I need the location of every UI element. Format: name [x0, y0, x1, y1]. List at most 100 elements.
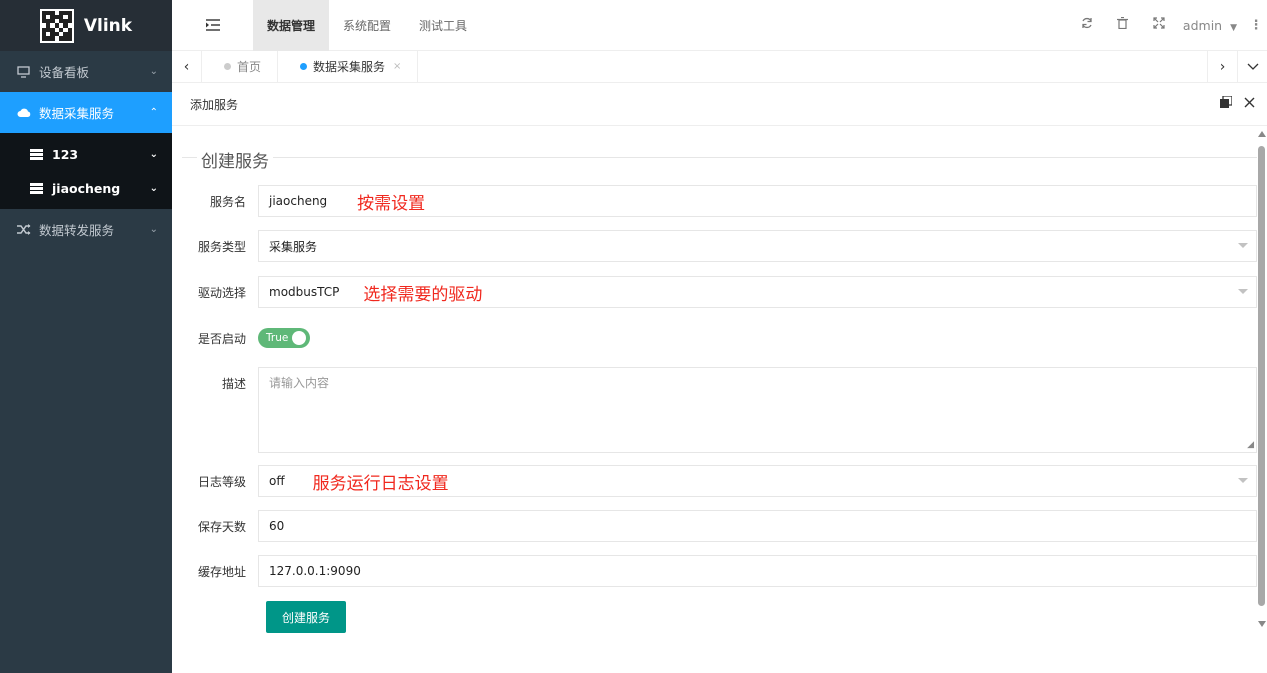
- caret-down-icon: [1238, 243, 1248, 248]
- description-textarea[interactable]: 请输入内容 ◢: [258, 367, 1257, 453]
- description-row: 描述 请输入内容 ◢: [172, 367, 1257, 453]
- tabs-dropdown-icon[interactable]: [1237, 51, 1267, 82]
- driver-row: 驱动选择 modbusTCP 选择需要的驱动: [172, 276, 1257, 308]
- retention-label: 保存天数: [197, 519, 246, 534]
- annotation-note: 服务运行日志设置: [312, 473, 449, 494]
- app-logo: Vlink: [0, 0, 172, 51]
- tab-status-dot: [224, 63, 231, 70]
- enabled-label: 是否启动: [197, 331, 246, 346]
- enabled-toggle[interactable]: True: [258, 328, 310, 348]
- sidebar-item-label: 设备看板: [39, 65, 90, 80]
- log-level-value: off: [269, 474, 285, 488]
- sidebar-item-label: jiaocheng: [52, 180, 121, 196]
- scrollbar[interactable]: [1257, 126, 1267, 673]
- chevron-down-icon: ⌄: [149, 148, 158, 160]
- monitor-icon: [17, 65, 33, 78]
- close-icon[interactable]: [1244, 96, 1255, 112]
- annotation-note: 按需设置: [357, 193, 426, 214]
- chevron-up-icon: ⌃: [149, 107, 158, 118]
- trash-icon[interactable]: [1105, 16, 1141, 33]
- top-bar: 数据管理 系统配置 测试工具 admin ▼ ⋮: [172, 0, 1267, 51]
- retention-value: 60: [269, 519, 285, 533]
- server-icon: [30, 148, 46, 160]
- sidebar-submenu: 123 ⌄ jiaocheng ⌄: [0, 133, 172, 209]
- sidebar-item-label: 数据采集服务: [39, 106, 115, 121]
- log-level-select[interactable]: off 服务运行日志设置: [258, 465, 1257, 497]
- top-bar-actions: admin ▼ ⋮: [1069, 0, 1267, 51]
- scroll-down-icon[interactable]: [1258, 621, 1266, 627]
- refresh-icon[interactable]: [1069, 17, 1105, 33]
- scrollbar-thumb[interactable]: [1258, 146, 1265, 606]
- log-level-label: 日志等级: [197, 474, 246, 489]
- tab-data-management[interactable]: 数据管理: [253, 0, 330, 51]
- tabs-scroll-right-icon[interactable]: ›: [1207, 51, 1237, 82]
- sidebar-item-data-collection[interactable]: 数据采集服务 ⌃: [0, 92, 172, 133]
- service-name-value: jiaocheng: [269, 194, 328, 208]
- sidebar-item-data-forwarding[interactable]: 数据转发服务 ⌄: [0, 209, 172, 250]
- toggle-label: True: [266, 332, 289, 344]
- cloud-icon: [17, 107, 33, 118]
- chevron-down-icon: ⌄: [149, 224, 158, 235]
- description-placeholder: 请输入内容: [269, 376, 330, 390]
- retention-row: 保存天数 60: [172, 510, 1257, 542]
- close-tab-icon[interactable]: ×: [393, 61, 401, 72]
- server-icon: [30, 182, 46, 194]
- tab-system-config[interactable]: 系统配置: [329, 0, 405, 51]
- description-label: 描述: [221, 377, 246, 391]
- retention-input[interactable]: 60: [258, 510, 1257, 542]
- service-type-select[interactable]: 采集服务: [258, 230, 1257, 262]
- more-vertical-icon[interactable]: ⋮: [1245, 18, 1267, 33]
- cache-address-value: 127.0.0.1:9090: [269, 564, 361, 578]
- tab-status-dot: [300, 63, 308, 70]
- toggle-knob: [292, 331, 306, 345]
- enabled-row: 是否启动 True: [172, 328, 1257, 348]
- fieldset-divider: [182, 157, 1257, 158]
- sidebar-item-label: 数据转发服务: [39, 223, 115, 238]
- create-service-button[interactable]: 创建服务: [266, 601, 346, 633]
- dialog-title: 添加服务: [190, 97, 239, 112]
- create-service-form: 创建服务 服务名 jiaocheng 按需设置 服务类型 采集服务 驱动选择 m…: [172, 126, 1257, 673]
- tab-label: 数据采集服务: [313, 60, 386, 74]
- service-name-input[interactable]: jiaocheng 按需设置: [258, 185, 1257, 217]
- service-type-value: 采集服务: [269, 239, 318, 254]
- service-type-row: 服务类型 采集服务: [172, 230, 1257, 262]
- fullscreen-icon[interactable]: [1141, 17, 1177, 33]
- tabs-scroll-left-icon[interactable]: ‹: [172, 51, 202, 82]
- user-menu[interactable]: admin ▼: [1177, 18, 1245, 33]
- caret-down-icon: [1238, 478, 1248, 483]
- shuffle-icon: [17, 224, 33, 235]
- service-name-label: 服务名: [209, 194, 246, 209]
- scroll-up-icon[interactable]: [1258, 131, 1266, 137]
- log-level-row: 日志等级 off 服务运行日志设置: [172, 465, 1257, 497]
- restore-window-icon[interactable]: [1220, 95, 1233, 112]
- app-name: Vlink: [83, 15, 133, 36]
- driver-value: modbusTCP: [269, 285, 340, 299]
- driver-label: 驱动选择: [197, 285, 246, 300]
- resize-grip-icon[interactable]: ◢: [1247, 440, 1254, 450]
- tab-test-tools[interactable]: 测试工具: [405, 0, 481, 51]
- sidebar-item-device-board[interactable]: 设备看板 ⌄: [0, 51, 172, 92]
- cache-address-input[interactable]: 127.0.0.1:9090: [258, 555, 1257, 587]
- form-legend: 创建服务: [197, 147, 273, 172]
- sidebar-item-123[interactable]: 123 ⌄: [0, 137, 172, 171]
- service-type-label: 服务类型: [197, 239, 246, 254]
- annotation-note: 选择需要的驱动: [363, 284, 483, 305]
- tab-data-collection[interactable]: 数据采集服务 ×: [278, 51, 419, 82]
- cache-address-label: 缓存地址: [197, 564, 246, 579]
- caret-down-icon: ▼: [1230, 22, 1237, 33]
- sidebar-item-jiaocheng[interactable]: jiaocheng ⌄: [0, 171, 172, 205]
- menu-toggle-icon[interactable]: [172, 0, 253, 51]
- service-name-row: 服务名 jiaocheng 按需设置: [172, 185, 1257, 217]
- chevron-down-icon: ⌄: [149, 66, 158, 77]
- chevron-down-icon: ⌄: [149, 182, 158, 194]
- page-tabs: ‹ 首页 数据采集服务 × ›: [172, 51, 1267, 83]
- sidebar-item-label: 123: [52, 146, 79, 162]
- caret-down-icon: [1238, 289, 1248, 294]
- driver-select[interactable]: modbusTCP 选择需要的驱动: [258, 276, 1257, 308]
- tab-home[interactable]: 首页: [202, 51, 279, 82]
- username: admin: [1182, 17, 1223, 33]
- cache-address-row: 缓存地址 127.0.0.1:9090: [172, 555, 1257, 587]
- tab-label: 首页: [237, 60, 262, 74]
- qr-logo-icon: [39, 8, 74, 43]
- dialog-header: 添加服务: [172, 83, 1267, 126]
